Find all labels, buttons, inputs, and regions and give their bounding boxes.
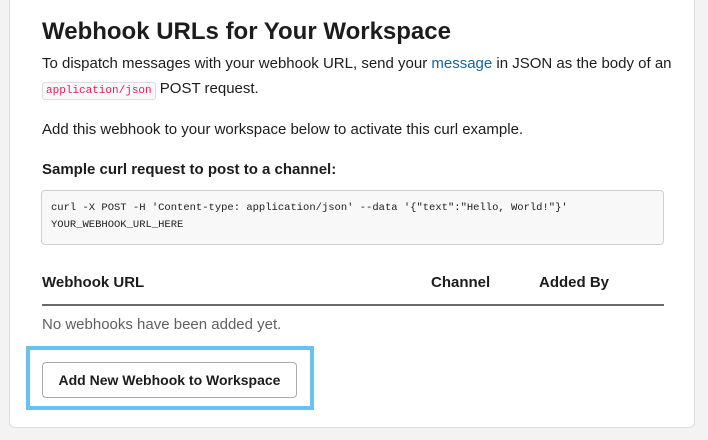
intro-text: To dispatch messages with your webhook U… xyxy=(42,51,672,104)
intro-text-part1: To dispatch messages with your webhook U… xyxy=(42,55,432,72)
message-link[interactable]: message xyxy=(431,55,492,72)
column-header-channel: Channel xyxy=(431,274,491,291)
curl-code-block: curl -X POST -H 'Content-type: applicati… xyxy=(41,190,664,245)
column-header-added-by: Added By xyxy=(539,274,610,291)
intro-text-part2: in JSON as the body of an xyxy=(492,55,672,72)
add-new-webhook-button[interactable]: Add New Webhook to Workspace xyxy=(42,362,297,398)
column-header-webhook-url: Webhook URL xyxy=(42,274,145,291)
curl-code-line: curl -X POST -H 'Content-type: applicati… xyxy=(51,202,568,214)
intro-text-part3: POST request. xyxy=(155,80,259,97)
section-title: Webhook URLs for Your Workspace xyxy=(42,18,451,45)
content-type-code: application/json xyxy=(42,82,156,100)
sample-curl-label: Sample curl request to post to a channel… xyxy=(42,161,337,178)
curl-code-line: YOUR_WEBHOOK_URL_HERE xyxy=(51,219,184,231)
webhook-table-header: Webhook URL Channel Added By xyxy=(42,272,664,306)
webhook-urls-card: Webhook URLs for Your Workspace To dispa… xyxy=(9,0,695,428)
empty-webhooks-message: No webhooks have been added yet. xyxy=(42,316,282,333)
add-instruction-text: Add this webhook to your workspace below… xyxy=(42,121,524,138)
